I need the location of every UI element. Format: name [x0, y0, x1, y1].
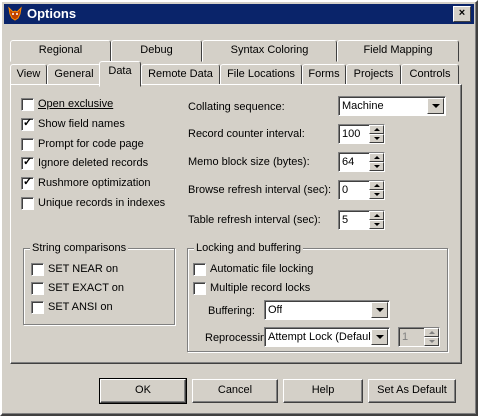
title-bar[interactable]: Options × — [4, 4, 474, 24]
checkbox-label: Show field names — [38, 118, 125, 130]
spin-down-icon[interactable] — [369, 162, 384, 171]
record-counter-spinner[interactable]: 100 — [338, 124, 385, 144]
dropdown-arrow-icon[interactable] — [371, 302, 388, 318]
options-dialog: Options × Regional Debug Syntax Coloring… — [0, 0, 478, 416]
collating-value: Machine — [342, 100, 384, 112]
record-counter-label: Record counter interval: — [188, 128, 305, 140]
checkbox-label: Unique records in indexes — [38, 197, 166, 209]
spin-up-icon[interactable] — [369, 153, 384, 162]
group-title: Locking and buffering — [194, 241, 303, 255]
buffering-label: Buffering: — [208, 305, 255, 317]
table-refresh-label: Table refresh interval (sec): — [188, 214, 321, 226]
string-comparisons-group: String comparisons SET NEAR on SET EXACT… — [23, 241, 175, 325]
checkbox-label: Rushmore optimization — [38, 177, 151, 189]
checkbox-box[interactable] — [193, 263, 206, 276]
spin-down-icon[interactable] — [369, 134, 384, 143]
checkbox-box[interactable] — [21, 138, 34, 151]
checkbox-box[interactable] — [31, 263, 44, 276]
tab-syntax-coloring[interactable]: Syntax Coloring — [202, 40, 337, 62]
spin-down-icon[interactable] — [369, 190, 384, 199]
tab-debug[interactable]: Debug — [111, 40, 202, 62]
window-title: Options — [27, 6, 77, 21]
tab-projects[interactable]: Projects — [346, 64, 401, 86]
dropdown-arrow-icon[interactable] — [371, 329, 388, 345]
spin-up-icon — [424, 328, 439, 337]
checkbox-box[interactable] — [31, 282, 44, 295]
checkbox-label: SET EXACT on — [48, 282, 125, 294]
checkbox-box[interactable] — [21, 197, 34, 210]
spin-up-icon[interactable] — [369, 125, 384, 134]
reprocessing-count-value: 1 — [402, 331, 409, 343]
spin-up-icon[interactable] — [369, 181, 384, 190]
check-mark: ✓ — [23, 117, 33, 129]
tab-forms[interactable]: Forms — [302, 64, 346, 86]
fox-icon — [8, 6, 22, 21]
checkbox-label: SET NEAR on — [48, 263, 119, 275]
checkbox-label: Prompt for code page — [38, 138, 144, 150]
reprocessing-count-spinner: 1 — [398, 327, 440, 347]
tab-regional[interactable]: Regional — [10, 40, 111, 62]
collating-select[interactable]: Machine — [338, 96, 446, 116]
buffering-select[interactable]: Off — [264, 300, 390, 320]
browse-refresh-value: 0 — [342, 184, 349, 196]
memo-block-label: Memo block size (bytes): — [188, 156, 310, 168]
checkbox-label: Multiple record locks — [210, 282, 311, 294]
locking-buffering-group: Locking and buffering Automatic file loc… — [187, 241, 448, 352]
group-title: String comparisons — [30, 241, 129, 255]
spin-up-icon[interactable] — [369, 211, 384, 220]
tab-controls[interactable]: Controls — [401, 64, 459, 86]
check-mark: ✓ — [23, 156, 33, 168]
tab-file-locations[interactable]: File Locations — [220, 64, 302, 86]
table-refresh-spinner[interactable]: 5 — [338, 210, 385, 230]
checkbox-box[interactable] — [193, 282, 206, 295]
reprocessing-value: Attempt Lock (Default) — [268, 331, 372, 343]
tab-remote-data[interactable]: Remote Data — [141, 64, 220, 86]
dropdown-arrow-icon[interactable] — [427, 98, 444, 114]
table-refresh-value: 5 — [342, 214, 349, 226]
tab-field-mapping[interactable]: Field Mapping — [337, 40, 459, 62]
ok-button[interactable]: OK — [99, 378, 187, 404]
checkbox-box[interactable] — [31, 301, 44, 314]
checkbox-box[interactable]: ✓ — [21, 117, 34, 131]
record-counter-value: 100 — [342, 128, 361, 140]
close-button[interactable]: × — [453, 6, 471, 22]
checkbox-label: Open exclusive — [38, 98, 114, 110]
help-button[interactable]: Help — [283, 379, 363, 403]
checkbox-box[interactable]: ✓ — [21, 156, 34, 170]
spin-down-icon — [424, 337, 439, 346]
tab-data[interactable]: Data — [99, 61, 141, 87]
collating-label: Collating sequence: — [188, 101, 285, 113]
checkbox-label: Ignore deleted records — [38, 157, 149, 169]
spin-down-icon[interactable] — [369, 220, 384, 229]
memo-block-spinner[interactable]: 64 — [338, 152, 385, 172]
reprocessing-select[interactable]: Attempt Lock (Default) — [264, 327, 390, 347]
browse-refresh-spinner[interactable]: 0 — [338, 180, 385, 200]
checkbox-label: SET ANSI on — [48, 301, 113, 313]
memo-block-value: 64 — [342, 156, 355, 168]
checkbox-label: Automatic file locking — [210, 263, 314, 275]
tab-view[interactable]: View — [10, 64, 47, 86]
cancel-button[interactable]: Cancel — [192, 379, 278, 403]
set-as-default-button[interactable]: Set As Default — [368, 379, 456, 403]
check-mark: ✓ — [23, 176, 33, 188]
buffering-value: Off — [268, 304, 283, 316]
tab-general[interactable]: General — [47, 64, 101, 86]
checkbox-box[interactable] — [21, 98, 34, 111]
data-tab-panel: Open exclusive ✓ Show field names Prompt… — [10, 84, 462, 364]
browse-refresh-label: Browse refresh interval (sec): — [188, 184, 332, 196]
checkbox-box[interactable]: ✓ — [21, 176, 34, 190]
